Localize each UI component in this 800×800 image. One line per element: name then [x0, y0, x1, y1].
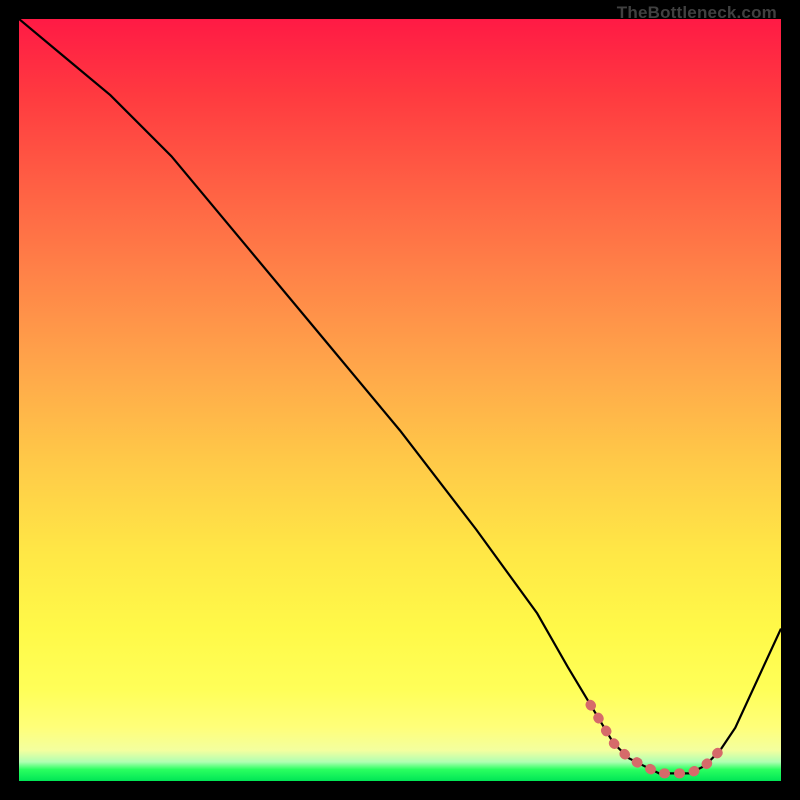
plot-area: [19, 19, 781, 781]
chart-frame: TheBottleneck.com: [0, 0, 800, 800]
watermark-text: TheBottleneck.com: [617, 3, 777, 23]
line-chart-svg: [19, 19, 781, 781]
bottleneck-curve-path: [19, 19, 781, 773]
